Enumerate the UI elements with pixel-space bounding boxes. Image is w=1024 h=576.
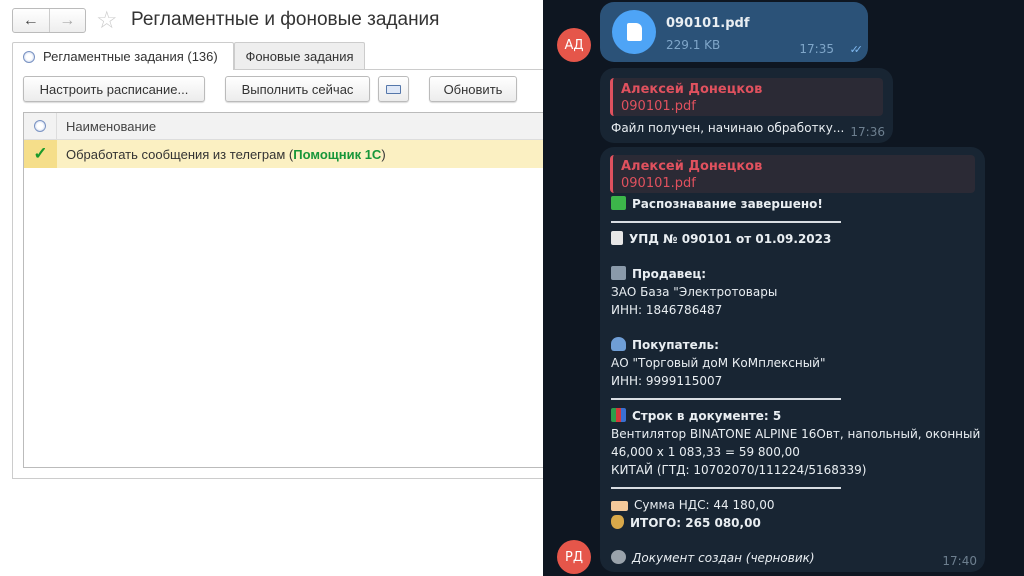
schedule-button[interactable]: Настроить расписание...: [23, 76, 205, 102]
check-icon: ✓: [24, 140, 57, 168]
label-tag-icon: [611, 501, 628, 511]
doc-status: Документ создан (черновик): [632, 551, 815, 565]
message: Алексей Донецков 090101.pdf Распознавани…: [600, 147, 985, 572]
refresh-button[interactable]: Обновить: [429, 76, 517, 102]
message-time: 17:40: [942, 554, 977, 568]
office-building-icon: [611, 266, 626, 280]
total-sum: ИТОГО: 265 080,00: [630, 516, 761, 530]
file-icon[interactable]: [612, 10, 656, 54]
nav-buttons: ← →: [12, 8, 86, 33]
file-name: 090101.pdf: [666, 16, 750, 31]
item-origin: КИТАЙ (ГТД: 10702070/111224/5168339): [611, 463, 867, 477]
reply-file: 090101.pdf: [621, 99, 696, 114]
table-row[interactable]: ✓ Обработать сообщения из телеграм (Помо…: [24, 140, 543, 168]
rows-count: Строк в документе: 5: [632, 409, 782, 423]
avatar[interactable]: АД: [557, 28, 591, 62]
table-header: Наименование: [24, 113, 543, 140]
reply-file: 090101.pdf: [621, 176, 696, 191]
done-text: Распознавание завершено!: [632, 197, 823, 211]
tab-scheduled-jobs[interactable]: Регламентные задания (136): [12, 42, 234, 70]
money-bag-icon: [611, 515, 624, 529]
job-name-text: Обработать сообщения из телеграм (: [66, 146, 294, 162]
message-time: 17:35: [799, 42, 834, 56]
message-text: Файл получен, начинаю обработку...: [611, 121, 845, 135]
vat-sum: Сумма НДС: 44 180,00: [634, 498, 775, 512]
doc-title: УПД № 090101 от 01.09.2023: [629, 232, 832, 246]
seller-name: ЗАО База "Электротовары: [611, 285, 778, 299]
buyer-name: АО "Торговый доМ КоМплексный": [611, 356, 826, 370]
message-text: Распознавание завершено! УПД № 090101 от…: [611, 195, 980, 567]
run-now-button[interactable]: Выполнить сейчас: [225, 76, 370, 102]
jobs-table: Наименование ✓ Обработать сообщения из т…: [23, 112, 543, 468]
item-name: Вентилятор BINATONE ALPINE 16Овт, наполь…: [611, 427, 981, 441]
divider: [611, 487, 841, 489]
tab-label: Регламентные задания (136): [43, 49, 218, 64]
buyer-inn: ИНН: 9999115007: [611, 374, 723, 388]
clock-icon: [34, 120, 46, 132]
message-time: 17:36: [850, 125, 885, 139]
tab-background-jobs[interactable]: Фоновые задания: [234, 42, 365, 69]
status-column-header[interactable]: [24, 113, 57, 139]
message: Алексей Донецков 090101.pdf Файл получен…: [600, 68, 893, 143]
file-message[interactable]: 090101.pdf 229.1 KB 17:35 ✓✓: [600, 2, 868, 62]
seller-label: Продавец:: [632, 267, 707, 281]
1c-window: ← → ☆ Регламентные и фоновые задания Рег…: [0, 0, 543, 576]
name-column-header[interactable]: Наименование: [57, 113, 156, 139]
buyer-label: Покупатель:: [632, 338, 719, 352]
forward-button[interactable]: →: [48, 9, 86, 32]
telegram-chat: АД 090101.pdf 229.1 KB 17:35 ✓✓ Алексей …: [543, 0, 1024, 576]
person-icon: [611, 337, 626, 351]
reply-quote[interactable]: Алексей Донецков 090101.pdf: [610, 155, 975, 193]
cassette-icon: [386, 84, 401, 94]
job-name-suffix: ): [381, 146, 386, 162]
reply-author: Алексей Донецков: [621, 159, 763, 174]
file-size: 229.1 KB: [666, 38, 721, 52]
seller-inn: ИНН: 1846786487: [611, 303, 723, 317]
gear-icon: [611, 550, 626, 564]
back-button[interactable]: ←: [13, 9, 49, 32]
document-icon: [611, 231, 623, 245]
clock-icon: [23, 50, 35, 63]
divider: [611, 221, 841, 223]
check-box-icon: [611, 196, 626, 210]
avatar[interactable]: РД: [557, 540, 591, 574]
divider: [611, 398, 841, 400]
reply-author: Алексей Донецков: [621, 82, 763, 97]
bar-chart-icon: [611, 408, 626, 422]
tape-button[interactable]: [378, 76, 409, 102]
item-calc: 46,000 x 1 083,33 = 59 800,00: [611, 445, 800, 459]
favorite-star-icon[interactable]: ☆: [96, 6, 118, 35]
page-title: Регламентные и фоновые задания: [131, 9, 440, 30]
tab-label: Фоновые задания: [245, 48, 354, 64]
reply-quote[interactable]: Алексей Донецков 090101.pdf: [610, 78, 883, 116]
extension-name: Помощник 1С: [293, 146, 382, 162]
double-check-icon: ✓✓: [849, 43, 864, 56]
job-name: Обработать сообщения из телеграм (Помощн…: [57, 140, 386, 168]
